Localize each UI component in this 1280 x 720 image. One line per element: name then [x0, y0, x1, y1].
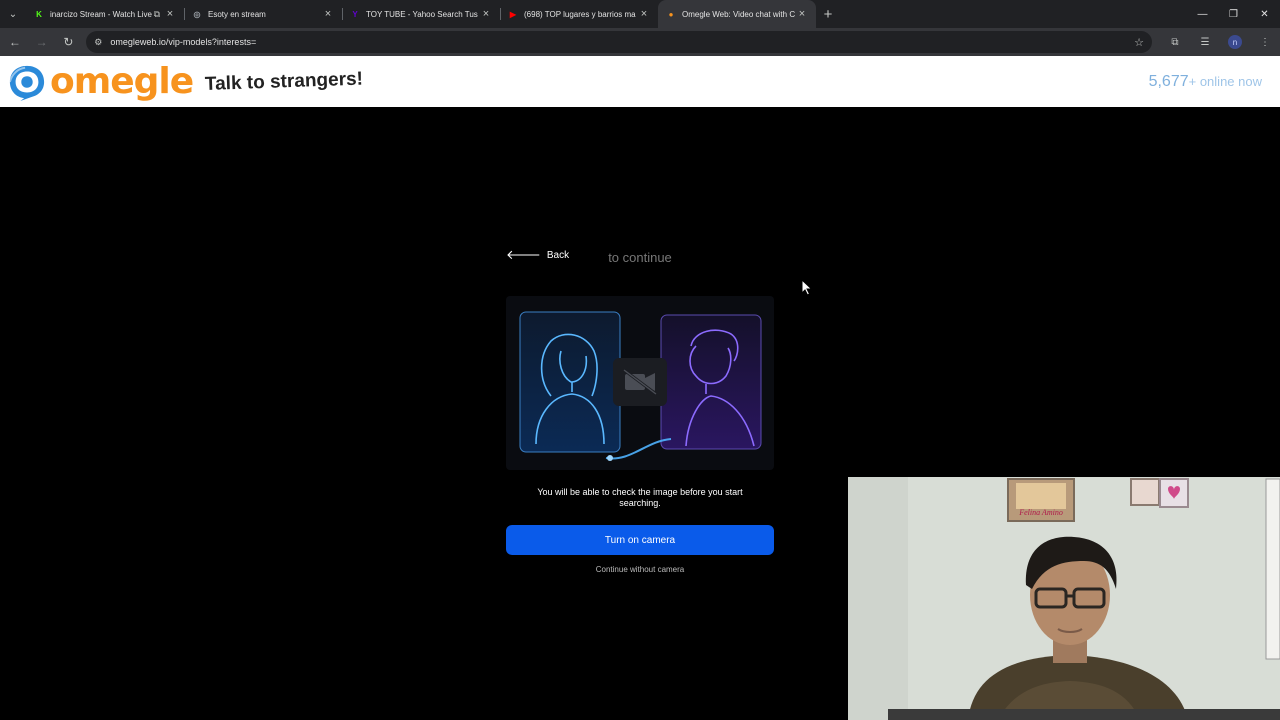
back-label: Back	[546, 249, 570, 261]
close-window-icon[interactable]: ✕	[1249, 0, 1280, 28]
browser-tab-strip: ⌄ Kinarcizo Stream - Watch Live ⧉ × ◎ Esoty …	[0, 0, 1280, 28]
back-nav-icon[interactable]: ←	[3, 30, 27, 54]
browser-tab[interactable]: ◎ Esoty en stream ×	[184, 0, 342, 28]
browser-tab[interactable]: ● Omegle Web: Video chat with C ×	[658, 0, 816, 28]
tab-favicon-icon: ●	[668, 9, 674, 19]
browser-toolbar: ← → ↻ ⚙ omegleweb.io/vip-models?interest…	[0, 28, 1280, 56]
camera-illustration	[506, 296, 774, 470]
browser-tab[interactable]: ▶ (698) TOP lugares y barrios ma ×	[500, 0, 658, 28]
tab-favicon-icon: K	[36, 9, 42, 19]
omegle-logo[interactable]: omegle	[8, 61, 194, 102]
tab-favicon-icon: ◎	[193, 9, 201, 19]
continue-without-camera-link[interactable]: Continue without camera	[506, 565, 774, 574]
new-tab-button[interactable]: +	[816, 0, 840, 28]
picture-in-picture-icon[interactable]: ⧉	[154, 9, 160, 20]
browser-tab[interactable]: Y TOY TUBE - Yahoo Search Tus r ×	[342, 0, 500, 28]
right-frame	[660, 314, 762, 450]
window-controls: — ❐ ✕	[1187, 0, 1280, 28]
tab-list: Kinarcizo Stream - Watch Live ⧉ × ◎ Esoty en…	[26, 0, 816, 28]
glow-point	[607, 455, 613, 461]
tab-search-button[interactable]: ⌄	[0, 0, 26, 28]
webcam-video: Felina Amino	[848, 477, 1280, 720]
close-tab-icon[interactable]: ×	[164, 8, 176, 20]
site-header: omegle 5,677+ online now	[0, 56, 1280, 107]
close-tab-icon[interactable]: ×	[480, 8, 492, 20]
tab-title: (698) TOP lugares y barrios ma	[524, 9, 636, 19]
tab-title: TOY TUBE - Yahoo Search Tus r	[366, 9, 480, 19]
video-chat-illustration	[519, 311, 762, 461]
tab-title: inarcizo Stream - Watch Live	[50, 9, 152, 19]
arrow-left-icon: 🡐	[506, 247, 541, 262]
restore-icon[interactable]: ❐	[1218, 0, 1249, 28]
reload-icon[interactable]: ↻	[57, 30, 81, 54]
online-count: 5,677+ online now	[1149, 73, 1262, 91]
tab-favicon-icon: Y	[352, 9, 358, 19]
online-count-suffix: + online now	[1188, 74, 1262, 89]
close-tab-icon[interactable]: ×	[322, 8, 334, 20]
browser-tab[interactable]: Kinarcizo Stream - Watch Live ⧉ ×	[26, 0, 184, 28]
close-tab-icon[interactable]: ×	[796, 8, 808, 20]
address-url[interactable]: omegleweb.io/vip-models?interests=	[110, 37, 1134, 47]
forward-nav-icon[interactable]: →	[30, 30, 54, 54]
camera-notice: You will be able to check the image befo…	[537, 487, 743, 508]
bookmark-star-icon[interactable]: ☆	[1134, 36, 1144, 49]
address-bar[interactable]: ⚙ omegleweb.io/vip-models?interests= ☆	[86, 31, 1152, 53]
profile-avatar[interactable]: n	[1228, 35, 1242, 49]
site-info-icon[interactable]: ⚙	[94, 37, 102, 48]
omegle-logo-icon	[8, 65, 45, 101]
mouse-cursor-icon	[801, 279, 813, 296]
menu-kebab-icon[interactable]: ⋮	[1250, 30, 1280, 54]
poster-text: Felina Amino	[1018, 508, 1063, 517]
turn-on-camera-button[interactable]: Turn on camera	[506, 525, 774, 555]
webcam-preview: Felina Amino	[848, 477, 1280, 720]
tab-title: Omegle Web: Video chat with C	[682, 9, 796, 19]
tab-title: Esoty en stream	[208, 9, 266, 19]
minimize-icon[interactable]: —	[1187, 0, 1218, 28]
media-controls-icon[interactable]: ☰	[1190, 30, 1220, 54]
extensions-icon[interactable]: ⧉	[1160, 30, 1190, 54]
back-link[interactable]: 🡐 Back	[506, 247, 569, 263]
online-count-number: 5,677	[1148, 73, 1189, 90]
close-tab-icon[interactable]: ×	[638, 8, 650, 20]
tab-favicon-icon: ▶	[509, 9, 517, 19]
logo-text: omegle	[50, 61, 194, 102]
wall-frame	[1130, 478, 1160, 506]
